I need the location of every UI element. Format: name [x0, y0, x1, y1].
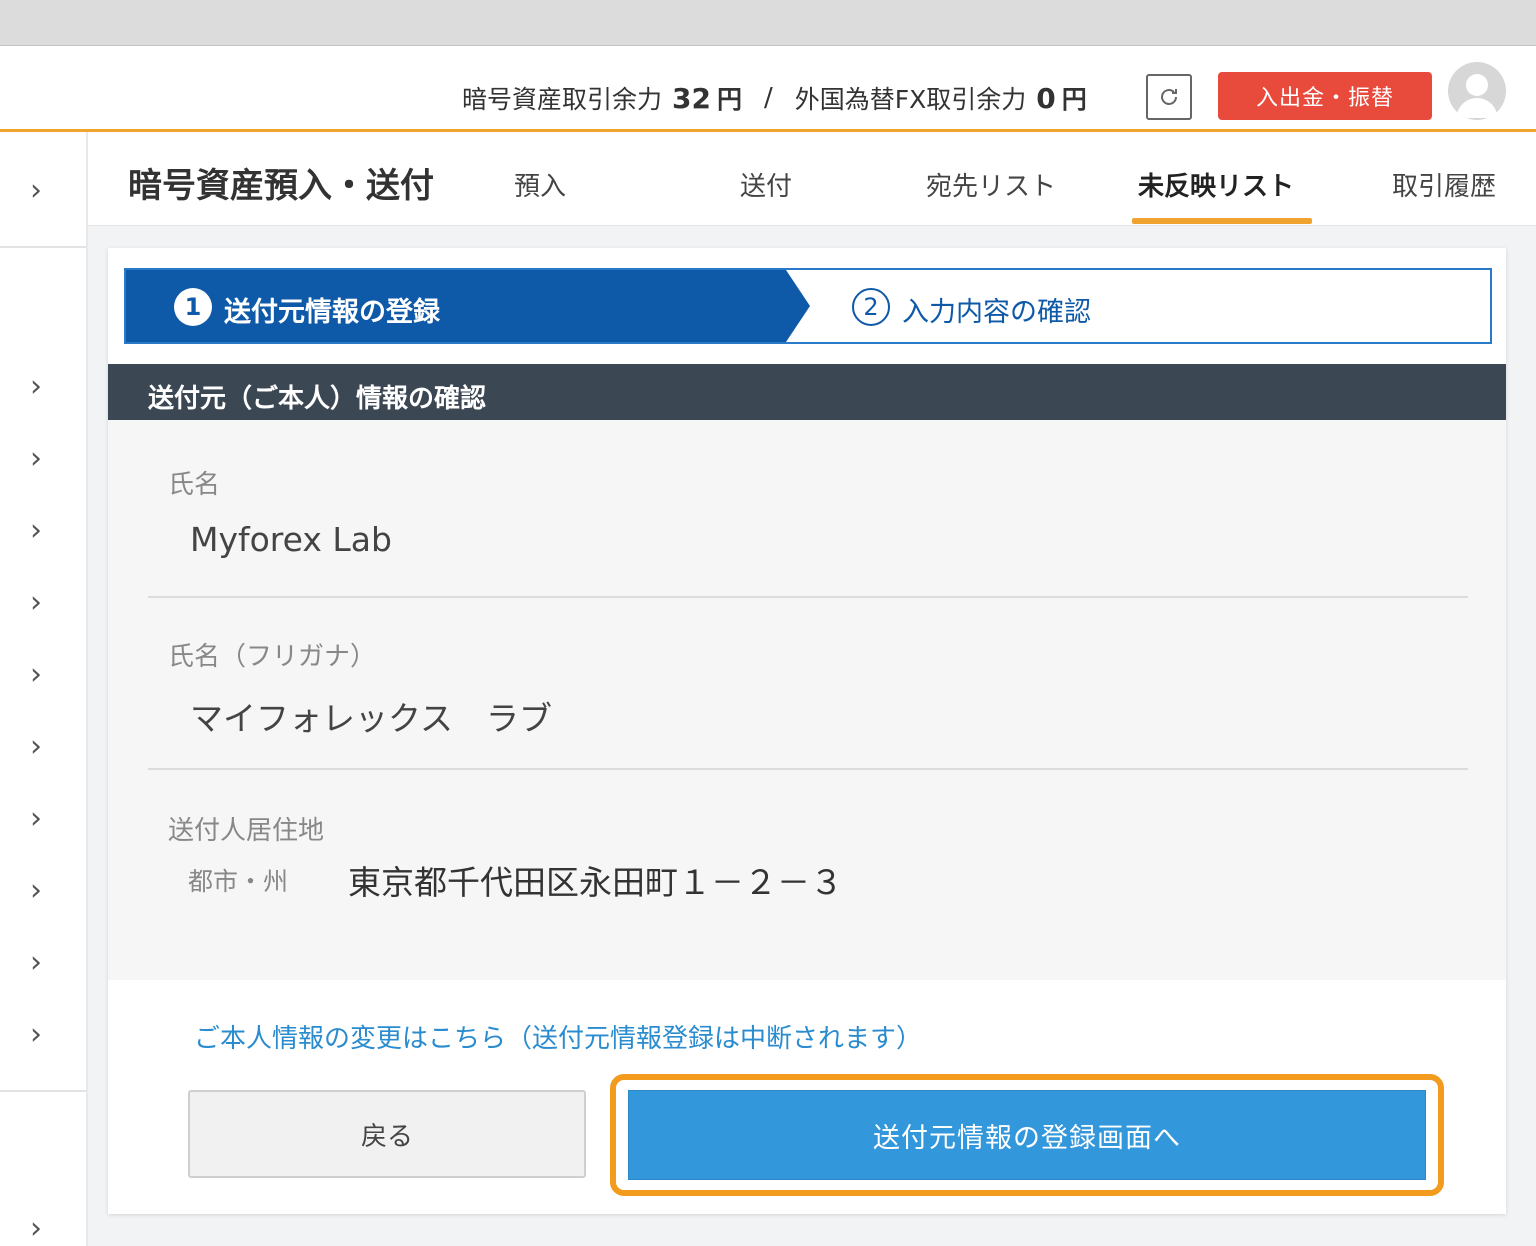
refresh-icon [1161, 89, 1177, 105]
user-avatar-icon[interactable] [1448, 62, 1506, 120]
furigana-label: 氏名（フリガナ） [168, 642, 377, 672]
name-value: Myforex Lab [190, 520, 392, 559]
chevron-right-icon[interactable]: › [30, 876, 42, 906]
crypto-balance-unit: 円 [716, 85, 742, 114]
fx-balance-label: 外国為替FX取引余力 [794, 85, 1027, 114]
tab-deposit[interactable]: 預入 [514, 166, 566, 203]
tab-unreflected-list[interactable]: 未反映リスト [1138, 166, 1294, 203]
chevron-right-icon[interactable]: › [30, 948, 42, 978]
proceed-registration-button[interactable]: 送付元情報の登録画面へ [628, 1090, 1426, 1180]
fx-balance-unit: 円 [1061, 85, 1087, 114]
fx-balance-value: 0 [1036, 81, 1056, 115]
page-tabs-bar: 暗号資産預入・送付 預入 送付 宛先リスト 未反映リスト 取引履歴 [88, 132, 1536, 226]
sender-info-panel: 氏名 Myforex Lab 氏名（フリガナ） マイフォレックス ラブ 送付人居… [108, 420, 1506, 980]
crypto-balance-value: 32 [672, 81, 711, 115]
page-title: 暗号資産預入・送付 [128, 166, 434, 206]
chevron-right-icon[interactable]: › [30, 372, 42, 402]
step-1-label: 送付元情報の登録 [224, 297, 440, 328]
chevron-right-icon[interactable]: › [30, 516, 42, 546]
balance-separator: / [764, 83, 773, 113]
back-button[interactable]: 戻る [188, 1090, 586, 1178]
tab-transaction-history[interactable]: 取引履歴 [1392, 166, 1496, 203]
progress-stepper: 1 送付元情報の登録 2 入力内容の確認 [124, 268, 1492, 344]
furigana-value: マイフォレックス ラブ [190, 699, 553, 738]
balance-summary: 暗号資産取引余力 32 円 / 外国為替FX取引余力 0 円 [462, 76, 1087, 120]
main-content: 暗号資産預入・送付 預入 送付 宛先リスト 未反映リスト 取引履歴 1 送付元情… [88, 132, 1536, 1246]
sidebar: › › › › › › › › › › › › [0, 132, 88, 1246]
active-tab-indicator [1132, 218, 1312, 224]
step-2-label: 入力内容の確認 [902, 297, 1091, 328]
field-divider [148, 768, 1468, 770]
address-value: 東京都千代田区永田町１－２－３ [348, 863, 843, 902]
tab-send[interactable]: 送付 [740, 166, 792, 203]
browser-chrome-bar [0, 0, 1536, 46]
chevron-right-icon[interactable]: › [30, 732, 42, 762]
chevron-right-icon[interactable]: › [30, 660, 42, 690]
tab-destination-list[interactable]: 宛先リスト [926, 166, 1056, 203]
chevron-right-icon[interactable]: › [30, 176, 42, 206]
refresh-button[interactable] [1146, 74, 1192, 120]
change-personal-info-link[interactable]: ご本人情報の変更はこちら（送付元情報登録は中断されます） [194, 1018, 922, 1055]
chevron-right-icon[interactable]: › [30, 1214, 42, 1244]
chevron-right-icon[interactable]: › [30, 1020, 42, 1050]
city-state-label: 都市・州 [188, 867, 289, 896]
address-label: 送付人居住地 [168, 816, 325, 846]
step-2-number: 2 [852, 288, 890, 326]
section-header: 送付元（ご本人）情報の確認 [108, 364, 1506, 420]
field-divider [148, 596, 1468, 598]
crypto-balance-label: 暗号資産取引余力 [462, 85, 663, 114]
chevron-right-icon[interactable]: › [30, 588, 42, 618]
step-1-number: 1 [174, 288, 212, 326]
sidebar-divider [0, 246, 86, 248]
deposit-transfer-button[interactable]: 入出金・振替 [1218, 72, 1432, 120]
name-label: 氏名 [168, 470, 221, 500]
chevron-right-icon[interactable]: › [30, 444, 42, 474]
form-card: 1 送付元情報の登録 2 入力内容の確認 送付元（ご本人）情報の確認 氏名 My… [108, 248, 1506, 1214]
sidebar-divider [0, 1090, 86, 1092]
chevron-right-icon[interactable]: › [30, 804, 42, 834]
